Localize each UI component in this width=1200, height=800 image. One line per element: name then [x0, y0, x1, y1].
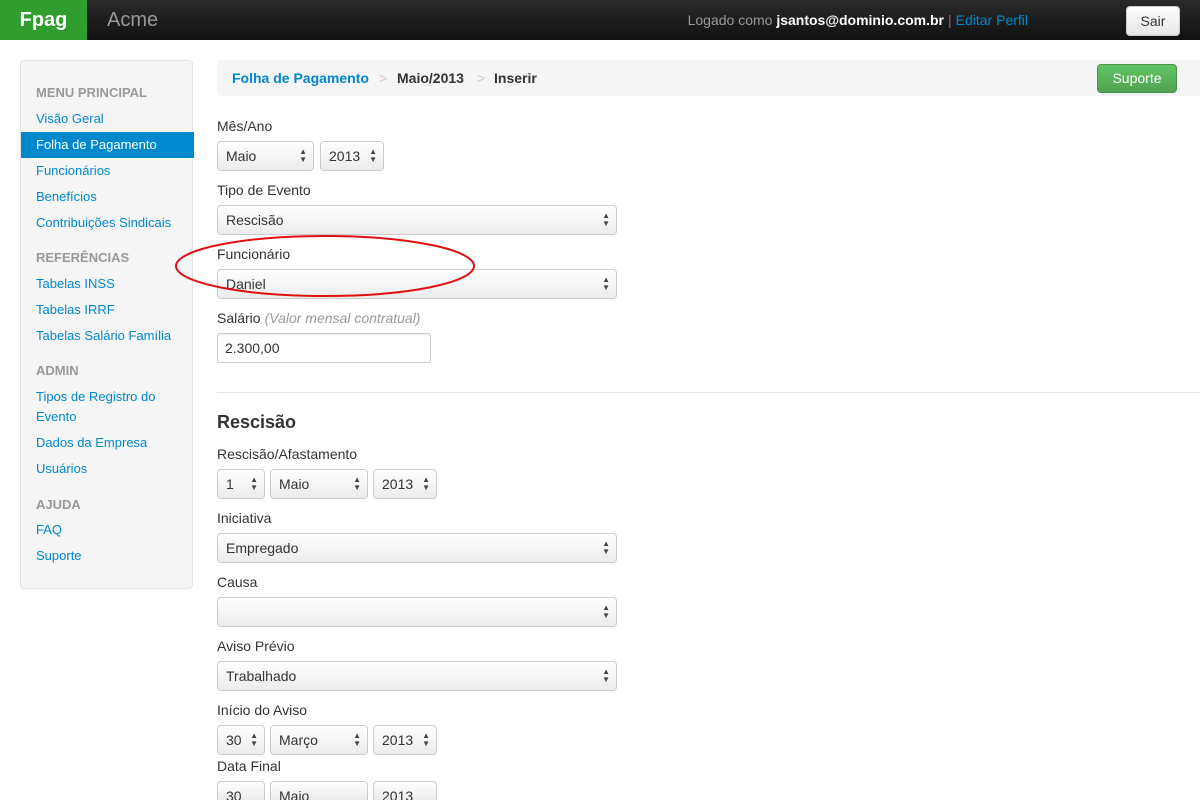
- updown-arrows-icon: ▲ ▼: [353, 475, 361, 492]
- sidebar-item-visao-geral[interactable]: Visão Geral: [36, 109, 104, 129]
- updown-arrows-icon: ▲ ▼: [422, 731, 430, 748]
- updown-arrows-icon: ▲ ▼: [602, 667, 610, 684]
- sidebar-item-beneficios[interactable]: Benefícios: [36, 187, 97, 207]
- inicio-mes-select[interactable]: Março ▲ ▼: [270, 725, 368, 755]
- rescisao-dia-select[interactable]: 1 ▲ ▼: [217, 469, 265, 499]
- rescisao-dia-value: 1: [226, 476, 234, 492]
- top-navbar: Fpag Acme Logado como jsantos@dominio.co…: [0, 0, 1200, 40]
- final-ano-select[interactable]: 2013: [373, 781, 437, 800]
- red-highlight-ellipse: [175, 235, 475, 297]
- sidebar-item-funcionarios[interactable]: Funcionários: [36, 161, 110, 181]
- updown-arrows-icon: ▲ ▼: [602, 603, 610, 620]
- mes-ano-label: Mês/Ano: [217, 118, 273, 134]
- sidebar-item-tipos-de-registro[interactable]: Tipos de Registro do: [36, 387, 155, 407]
- logged-as-label: Logado como: [687, 12, 773, 28]
- rescisao-ano-select[interactable]: 2013 ▲ ▼: [373, 469, 437, 499]
- data-final-label: Data Final: [217, 758, 281, 774]
- aviso-previo-label: Aviso Prévio: [217, 638, 295, 654]
- user-email: jsantos@dominio.com.br: [776, 12, 944, 28]
- final-dia-select[interactable]: 30: [217, 781, 265, 800]
- inicio-dia-select[interactable]: 30 ▲ ▼: [217, 725, 265, 755]
- rescisao-mes-value: Maio: [279, 476, 310, 492]
- causa-select[interactable]: ▲ ▼: [217, 597, 617, 627]
- user-info: Logado como jsantos@dominio.com.br | Edita…: [688, 0, 1028, 40]
- sidebar-header-admin: ADMIN: [36, 363, 79, 378]
- iniciativa-select[interactable]: Empregado ▲ ▼: [217, 533, 617, 563]
- sidebar-item-usuarios[interactable]: Usuários: [36, 459, 87, 479]
- brand-logo[interactable]: Fpag: [0, 0, 87, 40]
- mes-select[interactable]: Maio ▲ ▼: [217, 141, 314, 171]
- inicio-aviso-label: Início do Aviso: [217, 702, 308, 718]
- breadcrumb: Folha de Pagamento > Maio/2013 > Inserir: [217, 60, 1200, 96]
- ano-select-value: 2013: [329, 148, 361, 164]
- inicio-dia-value: 30: [226, 732, 242, 748]
- salario-label: Salário (Valor mensal contratual): [217, 310, 420, 326]
- breadcrumb-month: Maio/2013: [397, 70, 464, 86]
- sidebar-item-tabelas-irrf[interactable]: Tabelas IRRF: [36, 300, 115, 320]
- updown-arrows-icon: ▲ ▼: [250, 475, 258, 492]
- causa-label: Causa: [217, 574, 258, 590]
- sidebar-header-ajuda: AJUDA: [36, 497, 81, 512]
- breadcrumb-separator: >: [477, 70, 486, 86]
- salario-label-text: Salário: [217, 310, 261, 326]
- sidebar-item-tipos-de-registro-cont[interactable]: Evento: [36, 407, 76, 427]
- final-dia-value: 30: [226, 788, 242, 800]
- sidebar-item-dados-da-empresa[interactable]: Dados da Empresa: [36, 433, 147, 453]
- logout-button[interactable]: Sair: [1126, 6, 1180, 36]
- sidebar-item-faq[interactable]: FAQ: [36, 520, 62, 540]
- rescisao-afastamento-label: Rescisão/Afastamento: [217, 446, 358, 462]
- updown-arrows-icon: ▲ ▼: [299, 147, 307, 164]
- sidebar-header-menu-principal: MENU PRINCIPAL: [36, 85, 147, 100]
- user-separator: |: [948, 12, 952, 28]
- updown-arrows-icon: ▲ ▼: [422, 475, 430, 492]
- sidebar-item-suporte[interactable]: Suporte: [36, 546, 82, 566]
- breadcrumb-folha-link[interactable]: Folha de Pagamento: [232, 60, 369, 96]
- iniciativa-value: Empregado: [226, 540, 299, 556]
- updown-arrows-icon: ▲ ▼: [602, 275, 610, 292]
- salario-input[interactable]: 2.300,00: [217, 333, 431, 363]
- final-mes-select[interactable]: Maio: [270, 781, 368, 800]
- final-ano-value: 2013: [382, 788, 414, 800]
- updown-arrows-icon: ▲ ▼: [369, 147, 377, 164]
- final-mes-value: Maio: [279, 788, 310, 800]
- tipo-evento-value: Rescisão: [226, 212, 284, 228]
- rescisao-mes-select[interactable]: Maio ▲ ▼: [270, 469, 368, 499]
- inicio-ano-value: 2013: [382, 732, 414, 748]
- sidebar: MENU PRINCIPAL Visão Geral Folha de Paga…: [20, 60, 194, 589]
- aviso-previo-value: Trabalhado: [226, 668, 297, 684]
- sidebar-item-tabelas-inss[interactable]: Tabelas INSS: [36, 274, 115, 294]
- company-name: Acme: [107, 9, 159, 31]
- tipo-evento-select[interactable]: Rescisão ▲ ▼: [217, 205, 617, 235]
- section-divider: [217, 392, 1200, 393]
- breadcrumb-separator: >: [379, 70, 388, 86]
- edit-profile-link[interactable]: Editar Perfil: [956, 12, 1028, 28]
- tipo-evento-label: Tipo de Evento: [217, 182, 311, 198]
- updown-arrows-icon: ▲ ▼: [602, 539, 610, 556]
- iniciativa-label: Iniciativa: [217, 510, 272, 526]
- ano-select[interactable]: 2013 ▲ ▼: [320, 141, 384, 171]
- aviso-previo-select[interactable]: Trabalhado ▲ ▼: [217, 661, 617, 691]
- rescisao-section-title: Rescisão: [217, 412, 297, 432]
- sidebar-item-tabelas-salario-familia[interactable]: Tabelas Salário Família: [36, 326, 171, 346]
- breadcrumb-current: Inserir: [494, 70, 537, 86]
- sidebar-item-contribuicoes-sindicais[interactable]: Contribuições Sindicais: [36, 213, 171, 233]
- updown-arrows-icon: ▲ ▼: [602, 211, 610, 228]
- inicio-mes-value: Março: [279, 732, 318, 748]
- inicio-ano-select[interactable]: 2013 ▲ ▼: [373, 725, 437, 755]
- mes-select-value: Maio: [226, 148, 257, 164]
- sidebar-header-referencias: REFERÊNCIAS: [36, 250, 130, 265]
- updown-arrows-icon: ▲ ▼: [353, 731, 361, 748]
- support-button[interactable]: Suporte: [1097, 64, 1177, 93]
- sidebar-item-folha-de-pagamento[interactable]: Folha de Pagamento: [21, 132, 194, 158]
- salario-hint: (Valor mensal contratual): [264, 310, 421, 326]
- rescisao-ano-value: 2013: [382, 476, 414, 492]
- updown-arrows-icon: ▲ ▼: [250, 731, 258, 748]
